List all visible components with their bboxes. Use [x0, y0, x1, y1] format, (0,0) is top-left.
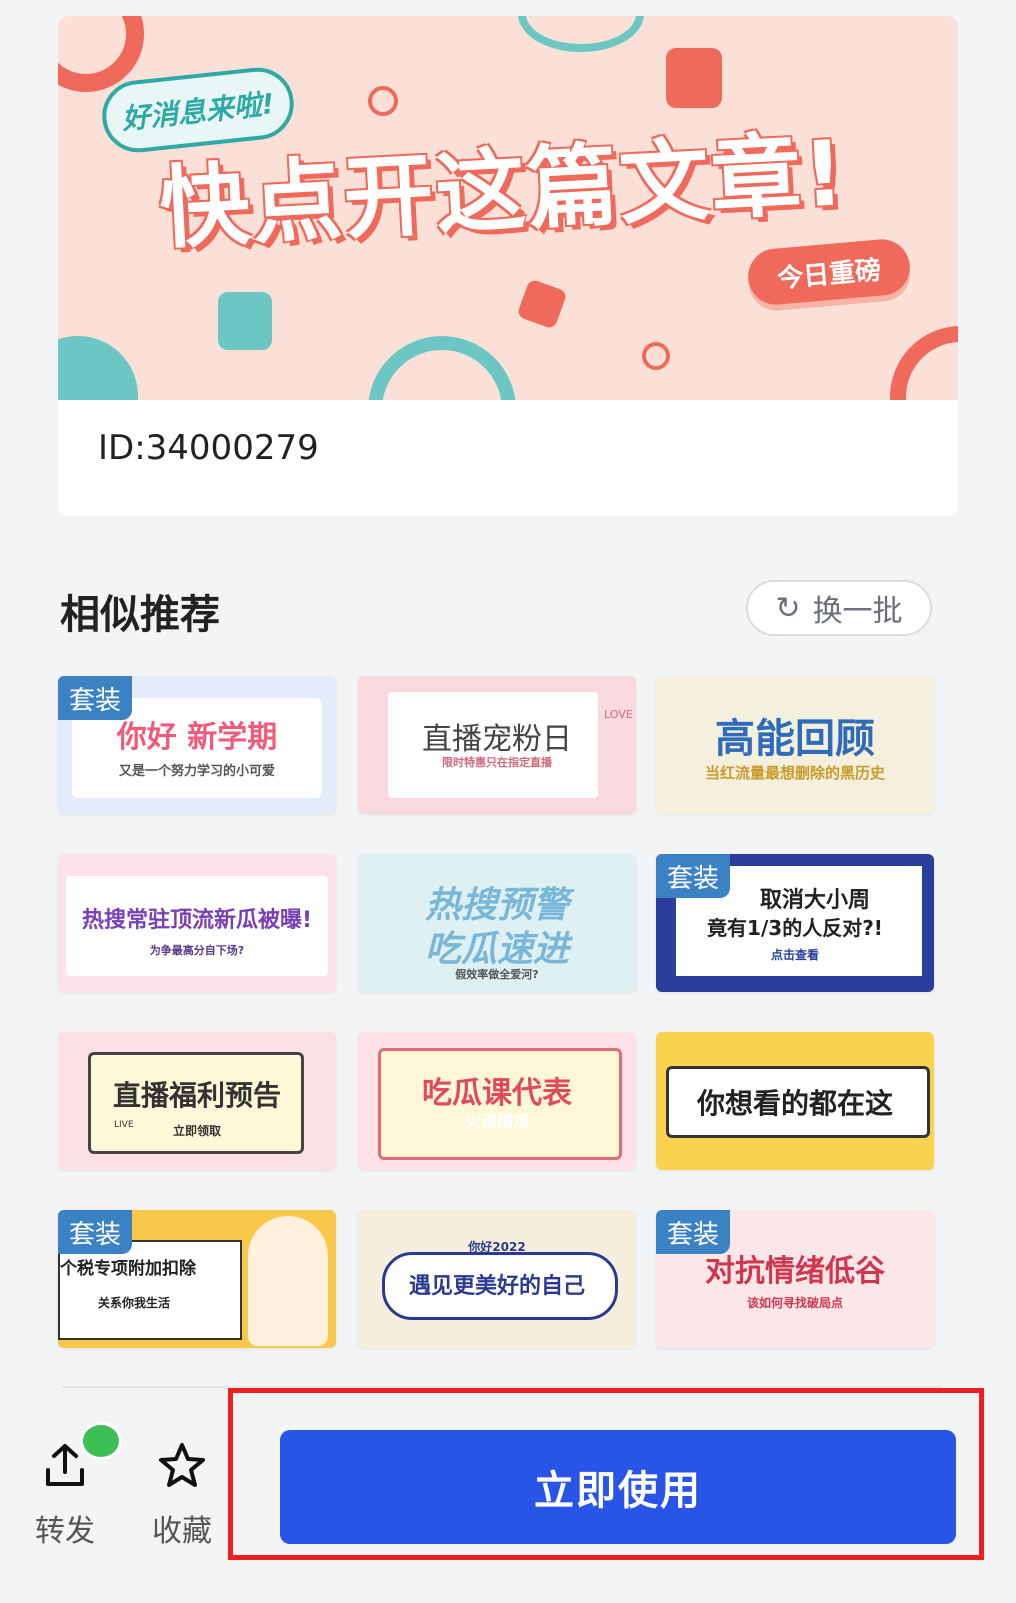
decor-square [516, 278, 568, 330]
decor-circle [58, 336, 138, 400]
wechat-icon [80, 1422, 122, 1460]
template-tile[interactable]: 吃瓜课代表 火速围观 [358, 1032, 636, 1170]
tile-title: 个税专项附加扣除 [60, 1259, 196, 1279]
template-tile[interactable]: 你想看的都在这 [656, 1032, 934, 1170]
decor-circle [368, 336, 516, 400]
share-label: 转发 [35, 1514, 95, 1549]
bundle-badge: 套装 [656, 1210, 730, 1254]
decor-circle [642, 342, 670, 370]
tile-title: 热搜常驻顶流新瓜被曝! [81, 908, 313, 933]
template-tile[interactable]: 套装 你好 新学期 又是一个努力学习的小可爱 [58, 676, 336, 814]
refresh-label: 换一批 [812, 594, 903, 629]
tile-extra: LIVE [114, 1120, 134, 1130]
refresh-icon: ↻ [775, 590, 801, 626]
bundle-badge: 套装 [58, 1210, 132, 1254]
tile-title: 高能回顾 [715, 716, 875, 762]
hero-tag: 今日重磅 [745, 237, 913, 307]
template-tile[interactable]: 热搜常驻顶流新瓜被曝! 为争最高分自下场? [58, 854, 336, 992]
tile-title: 你想看的都在这 [696, 1087, 893, 1120]
tile-title: 遇见更美好的自己 [408, 1274, 585, 1299]
character-illustration [248, 1216, 328, 1346]
hero-speech-bubble: 好消息来啦! [98, 64, 298, 156]
tile-subtitle: 又是一个努力学习的小可爱 [118, 764, 275, 779]
decor-circle [368, 86, 398, 116]
section-title: 相似推荐 [60, 592, 220, 638]
template-id: ID:34000279 [98, 428, 319, 468]
refresh-button[interactable]: ↻ 换一批 [746, 580, 932, 636]
favorite-label: 收藏 [152, 1514, 212, 1549]
tile-subtitle: 火速围观 [464, 1112, 529, 1131]
template-tile[interactable]: 你好2022 遇见更美好的自己 [358, 1210, 636, 1348]
template-tile[interactable]: 直播福利预告 立即领取 LIVE [58, 1032, 336, 1170]
note-icon [666, 48, 722, 108]
template-tile[interactable]: 套装 对抗情绪低谷 该如何寻找破局点 [656, 1210, 934, 1348]
bundle-badge: 套装 [656, 854, 730, 898]
decor-circle [890, 326, 958, 400]
tile-title: 直播福利预告 [112, 1079, 281, 1112]
highlight-box [228, 1388, 984, 1560]
template-preview-image[interactable]: 好消息来啦! 快点开这篇文章! 今日重磅 [58, 16, 958, 400]
tile-subtitle: 立即领取 [172, 1124, 221, 1138]
tile-subtitle: 当红流量最想删除的黑历史 [704, 764, 885, 782]
template-tile[interactable]: 套装 取消大小周 竟有1/3的人反对?! 点击查看 [656, 854, 934, 992]
template-tile[interactable]: 套装 个税专项附加扣除 关系你我生活 [58, 1210, 336, 1348]
tile-extra: LOVE [604, 708, 633, 721]
tile-title-2: 竟有1/3的人反对?! [707, 916, 883, 940]
tile-subtitle: 假效率做全爱河? [455, 968, 539, 981]
favorite-button[interactable]: 收藏 [146, 1440, 218, 1550]
template-preview-card: 好消息来啦! 快点开这篇文章! 今日重磅 ID:34000279 [58, 16, 958, 516]
tile-subtitle: 点击查看 [770, 948, 819, 962]
template-tile[interactable]: 直播宠粉日 限时特惠只在指定直播 LOVE [358, 676, 636, 814]
tile-subtitle: 为争最高分自下场? [149, 944, 245, 957]
tile-title: 吃瓜课代表 [422, 1076, 572, 1111]
template-tile[interactable]: 热搜预警 吃瓜速进 假效率做全爱河? [358, 854, 636, 992]
bundle-badge: 套装 [58, 676, 132, 720]
decor-circle [518, 16, 644, 52]
tile-subtitle: 该如何寻找破局点 [746, 1296, 843, 1310]
tile-subtitle: 限时特惠只在指定直播 [442, 756, 552, 769]
tile-subtitle: 你好2022 [468, 1240, 526, 1254]
tile-title-2: 吃瓜速进 [424, 929, 569, 970]
template-tile[interactable]: 高能回顾 当红流量最想删除的黑历史 [656, 676, 934, 814]
tile-subtitle: 关系你我生活 [98, 1296, 171, 1310]
star-icon [159, 1443, 205, 1487]
note-icon [218, 292, 272, 350]
tile-title: 直播宠粉日 [422, 722, 572, 757]
